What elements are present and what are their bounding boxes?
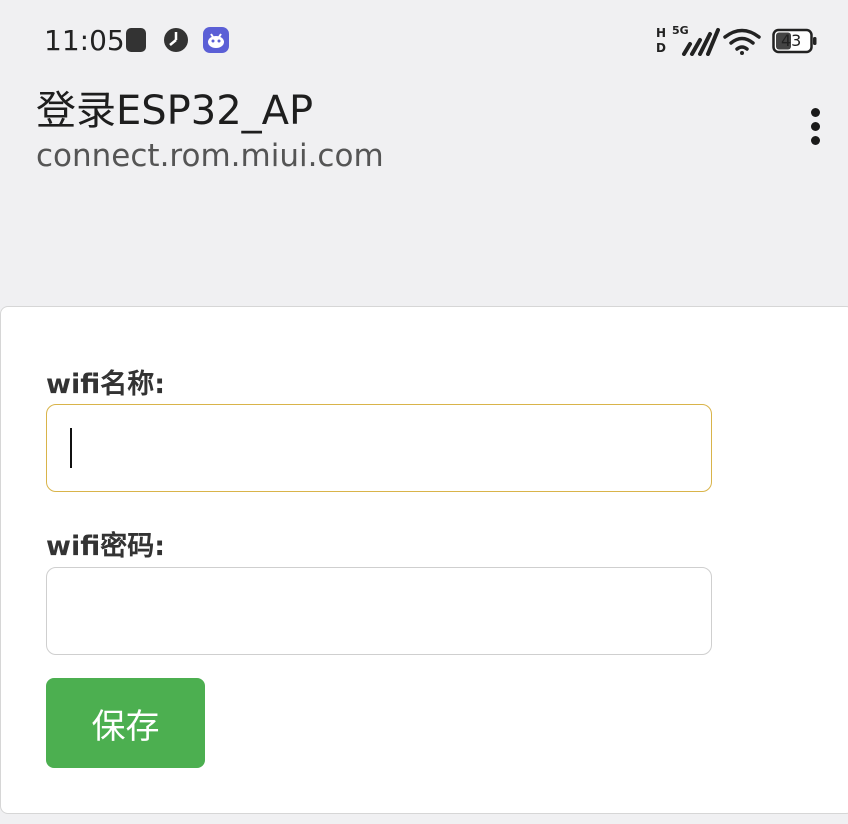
tablet-icon	[122, 26, 150, 54]
ssid-label: wifi名称:	[46, 369, 166, 400]
battery-level: 43	[781, 31, 802, 50]
wifi-icon	[722, 26, 762, 60]
hd-label-d: D	[656, 41, 666, 55]
password-input[interactable]	[46, 567, 712, 655]
ssid-input[interactable]	[46, 404, 712, 492]
battery-icon: 43	[772, 28, 818, 54]
clock-icon	[162, 26, 190, 54]
password-label: wifi密码:	[46, 531, 166, 562]
hd-label-h: H	[656, 26, 667, 40]
app-notification-icon	[202, 26, 230, 54]
status-time: 11:05	[44, 24, 125, 57]
mobile-signal-icon	[674, 26, 722, 60]
screen: 11:05 H D 5G 43 登录ESP32_AP connect.rom.m…	[0, 0, 848, 824]
page-title: 登录ESP32_AP	[36, 88, 314, 134]
more-vertical-icon[interactable]	[800, 104, 832, 148]
status-bar: 11:05 H D 5G 43	[0, 0, 848, 84]
save-button[interactable]: 保存	[46, 678, 205, 768]
text-caret	[70, 428, 72, 468]
page-url: connect.rom.miui.com	[36, 138, 384, 174]
